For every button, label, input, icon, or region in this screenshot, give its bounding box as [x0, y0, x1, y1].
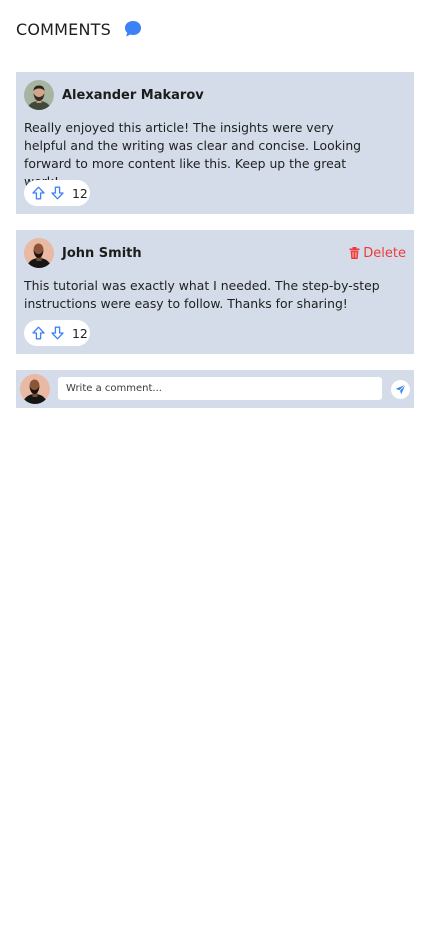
vote-controls: 12	[24, 180, 90, 206]
comment-author-row: Alexander Makarov	[24, 80, 406, 110]
send-button[interactable]	[391, 380, 410, 399]
comment-card: John Smith Delete This tutorial was exac…	[16, 230, 414, 354]
comment-input[interactable]	[58, 377, 382, 400]
avatar[interactable]	[24, 238, 54, 268]
comment-text: This tutorial was exactly what I needed.…	[24, 278, 380, 311]
upvote-icon[interactable]	[32, 186, 45, 200]
chat-bubble-icon	[123, 19, 143, 39]
comment-author: Alexander Makarov	[62, 87, 204, 103]
vote-count: 12	[72, 325, 88, 341]
downvote-icon[interactable]	[51, 186, 64, 200]
page-title: COMMENTS	[16, 19, 111, 39]
comment-card: Alexander Makarov Really enjoyed this ar…	[16, 72, 414, 214]
comment-author: John Smith	[62, 245, 142, 261]
vote-count: 12	[72, 185, 88, 201]
comment-composer	[16, 370, 414, 408]
downvote-icon[interactable]	[51, 326, 64, 340]
delete-button[interactable]: Delete	[349, 246, 406, 261]
comment-author-row: John Smith Delete	[24, 238, 406, 268]
avatar	[20, 374, 50, 404]
send-icon	[395, 384, 406, 395]
upvote-icon[interactable]	[32, 326, 45, 340]
vote-controls: 12	[24, 320, 90, 346]
avatar[interactable]	[24, 80, 54, 110]
comments-header: COMMENTS	[16, 18, 143, 40]
trash-icon	[349, 247, 360, 259]
delete-label: Delete	[363, 245, 406, 261]
